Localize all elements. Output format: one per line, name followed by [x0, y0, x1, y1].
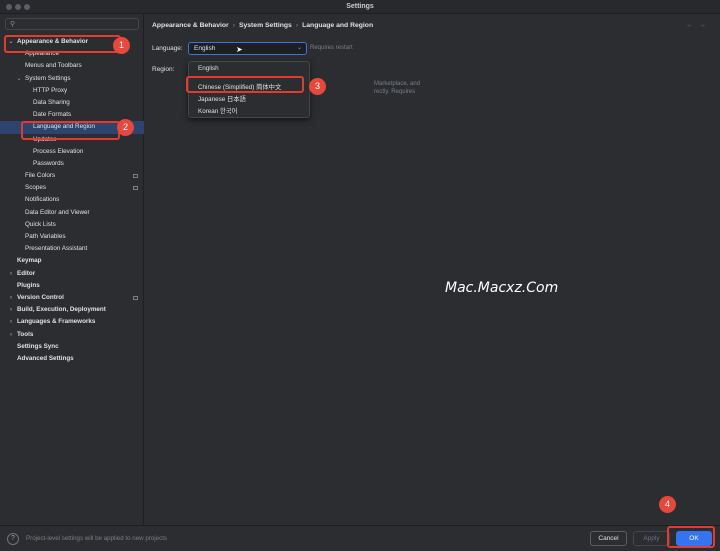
sidebar-item-system-settings[interactable]: ⌄ System Settings: [0, 73, 144, 85]
nav-arrows: ←→: [686, 22, 712, 29]
highlight-box-4: [667, 526, 715, 548]
step-badge-3: 3: [309, 78, 326, 95]
sidebar-item-label: Passwords: [33, 159, 64, 167]
chevron-right-icon[interactable]: ›: [7, 316, 15, 328]
sidebar-item-settings-sync[interactable]: Settings Sync: [0, 341, 144, 353]
project-scope-icon: [133, 174, 138, 179]
region-hint-line: Marketplace, and: [374, 81, 421, 87]
chevron-down-icon[interactable]: ⌄: [15, 73, 23, 85]
sidebar-item-label: Date Formats: [33, 111, 72, 119]
sidebar-item-label: System Settings: [25, 74, 71, 82]
breadcrumb-item: Language and Region: [302, 22, 374, 29]
sidebar-item-presentation-assistant[interactable]: Presentation Assistant: [0, 243, 144, 255]
back-arrow-icon[interactable]: ←: [686, 22, 699, 29]
search-icon: ⚲: [10, 21, 16, 28]
sidebar-item-label: Languages & Frameworks: [17, 318, 96, 326]
language-select-value: English: [194, 45, 216, 52]
sidebar: ⚲ ⌄ Appearance & Behavior Appearance Menus …: [0, 14, 144, 525]
sidebar-item-label: HTTP Proxy: [33, 86, 68, 94]
window-title: Settings: [346, 3, 374, 10]
help-button[interactable]: ?: [7, 533, 19, 545]
sidebar-item-scopes[interactable]: Scopes: [0, 182, 144, 194]
mouse-pointer-icon: ➤: [236, 45, 243, 54]
region-hint-line: rectly. Requires: [374, 89, 416, 95]
sidebar-item-languages-frameworks[interactable]: › Languages & Frameworks: [0, 316, 144, 328]
chevron-down-icon: ⌄: [296, 45, 302, 51]
region-label: Region:: [152, 66, 175, 73]
breadcrumb: Appearance & Behavior › System Settings › La…: [152, 22, 373, 29]
sidebar-item-keymap[interactable]: Keymap: [0, 255, 144, 267]
sidebar-item-tools[interactable]: › Tools: [0, 329, 144, 341]
restart-note: Requires restart: [310, 45, 353, 51]
step-badge-2: 2: [117, 119, 134, 136]
sidebar-item-passwords[interactable]: Passwords: [0, 158, 144, 170]
sidebar-item-build[interactable]: › Build, Execution, Deployment: [0, 304, 144, 316]
sidebar-item-label: Keymap: [17, 257, 42, 265]
sidebar-item-label: Settings Sync: [17, 342, 59, 350]
language-select[interactable]: English ⌄: [188, 42, 307, 55]
sidebar-item-label: Build, Execution, Deployment: [17, 306, 106, 314]
sidebar-item-label: Editor: [17, 269, 36, 277]
sidebar-item-label: Data Editor and Viewer: [25, 208, 90, 216]
sidebar-item-label: Process Elevation: [33, 147, 84, 155]
watermark: Mac.Macxz.Com: [445, 280, 559, 296]
breadcrumb-item[interactable]: System Settings: [239, 22, 292, 29]
sidebar-item-advanced-settings[interactable]: Advanced Settings: [0, 353, 144, 365]
language-label: Language:: [152, 45, 183, 52]
chevron-right-icon[interactable]: ›: [7, 268, 15, 280]
breadcrumb-separator-icon: ›: [232, 22, 235, 29]
cancel-button[interactable]: Cancel: [590, 531, 627, 546]
sidebar-item-label: Version Control: [17, 293, 64, 301]
step-badge-4: 4: [659, 496, 676, 513]
sidebar-item-label: Path Variables: [25, 233, 66, 240]
sidebar-item-process-elevation[interactable]: Process Elevation: [0, 146, 144, 158]
project-scope-icon: [133, 295, 138, 300]
sidebar-item-editor[interactable]: › Editor: [0, 268, 144, 280]
title-bar: Settings: [0, 0, 720, 14]
sidebar-item-label: File Colors: [25, 172, 56, 180]
sidebar-item-label: Data Sharing: [33, 98, 70, 106]
sidebar-item-plugins[interactable]: Plugins: [0, 280, 144, 292]
chevron-right-icon[interactable]: ›: [7, 292, 15, 304]
sidebar-item-data-sharing[interactable]: Data Sharing: [0, 97, 144, 109]
sidebar-item-label: Quick Lists: [25, 220, 56, 228]
footer-note: Project-level settings will be applied t…: [26, 535, 168, 542]
sidebar-item-label: Notifications: [25, 196, 60, 204]
breadcrumb-separator-icon: ›: [295, 22, 299, 29]
apply-button[interactable]: Apply: [633, 531, 670, 546]
search-input[interactable]: ⚲: [5, 18, 139, 30]
step-badge-1: 1: [113, 37, 130, 54]
sidebar-item-label: Presentation Assistant: [25, 245, 88, 253]
sidebar-item-label: Scopes: [25, 184, 47, 192]
forward-arrow-icon[interactable]: →: [699, 22, 712, 29]
region-hint: Marketplace, and rectly. Requires: [374, 80, 420, 96]
sidebar-item-version-control[interactable]: › Version Control: [0, 292, 144, 304]
chevron-right-icon[interactable]: ›: [7, 329, 15, 341]
sidebar-item-data-editor[interactable]: Data Editor and Viewer: [0, 207, 144, 219]
sidebar-item-label: Menus and Toolbars: [25, 62, 82, 70]
breadcrumb-item[interactable]: Appearance & Behavior: [152, 22, 229, 29]
sidebar-item-notifications[interactable]: Notifications: [0, 194, 144, 206]
project-scope-icon: [133, 186, 138, 191]
highlight-box-3: [186, 76, 304, 93]
sidebar-item-path-variables[interactable]: Path Variables: [0, 231, 144, 243]
sidebar-item-label: Tools: [17, 330, 34, 338]
settings-tree: ⌄ Appearance & Behavior Appearance Menus an…: [0, 36, 144, 365]
sidebar-item-http-proxy[interactable]: HTTP Proxy: [0, 85, 144, 97]
sidebar-item-menus-toolbars[interactable]: Menus and Toolbars: [0, 60, 144, 72]
highlight-box-1: [4, 35, 121, 53]
highlight-box-2: [21, 121, 120, 140]
sidebar-item-file-colors[interactable]: File Colors: [0, 170, 144, 182]
language-option-english[interactable]: English: [198, 65, 219, 72]
chevron-right-icon[interactable]: ›: [7, 304, 15, 316]
sidebar-item-label: Plugins: [17, 281, 40, 289]
sidebar-item-label: Advanced Settings: [17, 354, 74, 362]
footer: ? Project-level settings will be applied…: [0, 525, 720, 551]
language-option-korean[interactable]: Korean 한국어: [198, 106, 237, 115]
language-option-japanese[interactable]: Japanese 日本語: [198, 94, 246, 103]
sidebar-item-quick-lists[interactable]: Quick Lists: [0, 219, 144, 231]
